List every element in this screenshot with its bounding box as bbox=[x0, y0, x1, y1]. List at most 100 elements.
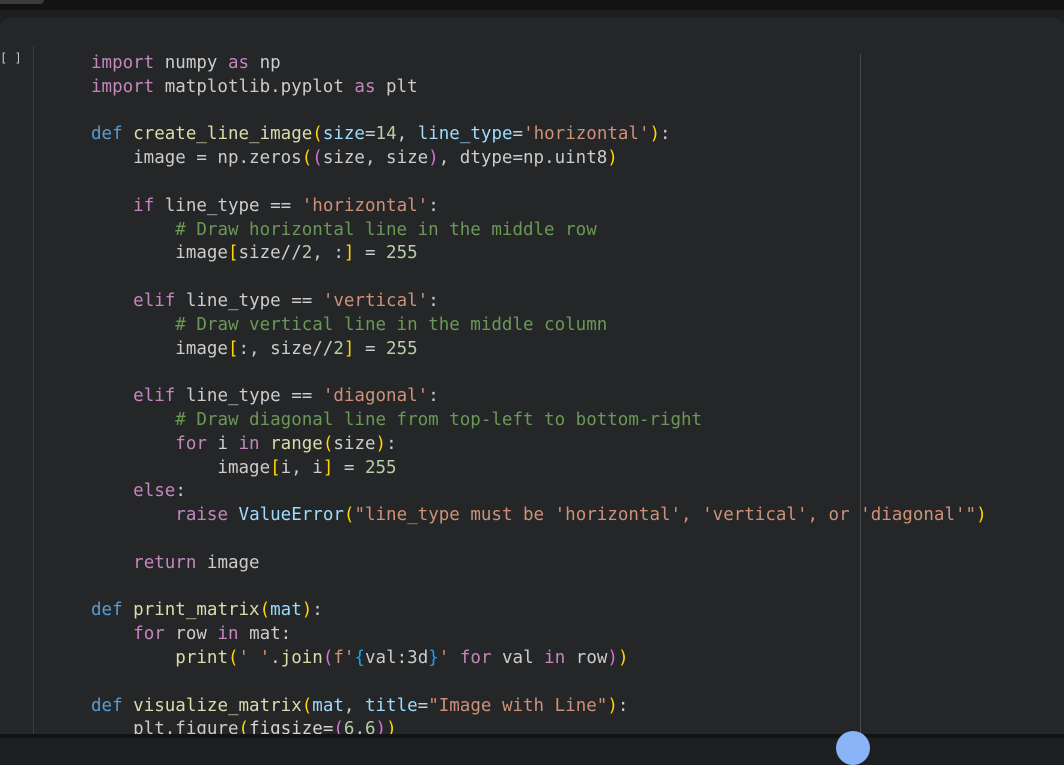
tab-edge bbox=[0, 0, 44, 4]
code-token: { bbox=[354, 647, 366, 668]
code-token: size bbox=[333, 433, 376, 454]
code-token: ( bbox=[322, 433, 334, 454]
code-token: print_matrix bbox=[133, 600, 260, 621]
code-token: 255 bbox=[364, 457, 397, 478]
code-token: print bbox=[175, 647, 228, 668]
code-token: ) bbox=[607, 647, 618, 668]
code-token: mat bbox=[270, 600, 302, 621]
code-token: as bbox=[354, 76, 376, 97]
code-token: create_line_image bbox=[133, 124, 313, 145]
code-token: : bbox=[312, 600, 323, 621]
code-token: mat bbox=[312, 695, 344, 716]
code-token: line_type == bbox=[175, 386, 323, 407]
code-token: def bbox=[91, 124, 123, 145]
code-token: = bbox=[354, 243, 387, 264]
code-token: elif bbox=[133, 290, 176, 311]
code-token: in bbox=[238, 433, 260, 454]
code-token: mat: bbox=[238, 624, 292, 645]
code-token: ] bbox=[322, 457, 334, 478]
code-line: image[i, i] = 255 bbox=[91, 457, 987, 481]
code-line: import numpy as np bbox=[91, 52, 987, 76]
code-token: : bbox=[428, 386, 439, 407]
code-line: raise ValueError("line_type must be 'hor… bbox=[91, 504, 986, 528]
code-token: } bbox=[428, 647, 439, 668]
code-token: return bbox=[133, 552, 197, 573]
code-token: ' bbox=[438, 647, 450, 668]
code-token: ) bbox=[428, 148, 439, 169]
code-token: = bbox=[417, 695, 429, 716]
code-token: : bbox=[175, 481, 186, 502]
code-token: ' ' bbox=[238, 647, 271, 668]
code-token: : bbox=[617, 695, 629, 716]
code-token: join bbox=[280, 647, 323, 668]
code-token: if bbox=[133, 195, 155, 216]
code-token: 'horizontal' bbox=[523, 124, 650, 145]
code-token: ) bbox=[375, 433, 387, 454]
code-line: def create_line_image(size=14, line_type… bbox=[91, 123, 987, 147]
code-token: ValueError bbox=[238, 505, 344, 526]
code-token: matplotlib.pyplot bbox=[154, 76, 355, 97]
code-token: i bbox=[206, 433, 239, 454]
code-line: print(' '.join(f'{val:3d}' for val in ro… bbox=[91, 647, 987, 671]
code-line: def print_matrix(mat): bbox=[91, 599, 987, 623]
code-token: # Draw horizontal line in the middle row bbox=[175, 219, 597, 240]
code-editor[interactable]: import numpy as np import matplotlib.pypl… bbox=[91, 52, 987, 736]
code-token: [ bbox=[270, 457, 281, 478]
code-token: line_type == bbox=[175, 290, 323, 311]
code-token: = bbox=[333, 457, 365, 478]
code-token: elif bbox=[133, 386, 176, 407]
code-token: = bbox=[512, 124, 524, 145]
code-token: np bbox=[249, 53, 281, 73]
code-line: if line_type == 'horizontal': bbox=[91, 195, 987, 219]
code-token: for bbox=[133, 624, 165, 645]
code-token: size, size bbox=[322, 148, 429, 169]
scroll-indicator[interactable] bbox=[836, 731, 870, 765]
code-token: ( bbox=[301, 148, 313, 169]
code-cell[interactable]: [ ] import numpy as np import matplotlib.… bbox=[0, 18, 1064, 736]
code-token: line_type bbox=[417, 124, 513, 145]
code-token: row bbox=[565, 647, 608, 668]
code-token: 255 bbox=[386, 243, 418, 264]
code-token: def bbox=[91, 695, 123, 716]
code-token: row bbox=[164, 624, 218, 645]
code-token: [ bbox=[227, 338, 239, 359]
code-line: else: bbox=[91, 480, 987, 504]
run-cell-button[interactable]: [ ] bbox=[0, 48, 24, 68]
code-token: :, size// bbox=[238, 338, 334, 359]
code-token: visualize_matrix bbox=[133, 695, 302, 716]
code-token: import bbox=[91, 53, 155, 73]
code-token: image bbox=[91, 243, 228, 264]
code-token: in bbox=[217, 624, 239, 645]
code-token: ( bbox=[301, 695, 313, 716]
code-token: # Draw diagonal line from top-left to bo… bbox=[175, 409, 703, 430]
cell-bottom-edge bbox=[0, 734, 1064, 738]
window-top-bar bbox=[0, 0, 1064, 10]
code-token: else bbox=[133, 481, 176, 502]
code-token: ) bbox=[607, 695, 618, 716]
code-line: # Draw diagonal line from top-left to bo… bbox=[91, 409, 987, 433]
code-token: : bbox=[386, 433, 397, 454]
code-token: = bbox=[354, 338, 387, 359]
code-token: ] bbox=[343, 338, 355, 359]
code-token: , bbox=[343, 695, 365, 716]
code-token: for bbox=[459, 647, 492, 668]
code-token: . bbox=[270, 647, 281, 668]
gutter-divider bbox=[33, 46, 34, 736]
